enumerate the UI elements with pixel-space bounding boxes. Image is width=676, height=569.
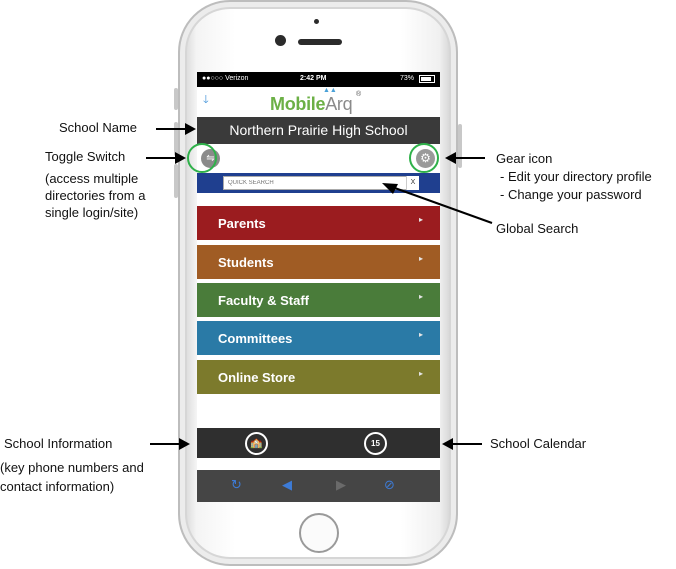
proximity-sensor [314,19,319,24]
toggle-desc-line-3: single login/site) [45,205,139,220]
menu-item-label: Parents [218,216,266,231]
chevron-right-icon: ▸ [419,330,424,339]
front-camera [275,35,286,46]
toggle-desc-line-1: (access multiple [45,171,139,186]
earpiece-speaker [298,39,342,45]
power-button [458,124,462,168]
annotation-global-search: Global Search [496,221,579,236]
forward-icon[interactable]: ▶ [336,477,346,493]
calendar-icon[interactable]: 15 [364,432,387,455]
mute-switch [174,88,178,110]
menu-item-label: Students [218,255,274,270]
browser-toolbar: ↻ ◀ ▶ ⊘ [197,470,440,502]
home-button[interactable] [299,513,339,553]
annotation-school-name: School Name [59,120,138,135]
toggle-desc-line-2: directories from a [45,188,146,203]
arrow-school-information [150,438,190,450]
gear-desc-line-2: - Change your password [500,187,642,202]
battery-percent: 73% [400,75,415,82]
compass-icon[interactable]: ⊘ [384,477,395,493]
toggle-highlight-ring [187,143,217,173]
gear-desc-line-1: - Edit your directory profile [500,169,652,184]
carrier-signal: ●●○○○ Verizon [202,75,249,82]
menu-item-faculty-staff[interactable]: Faculty & Staff ▸ [197,283,440,317]
registered-mark: ® [356,91,362,98]
status-bar: ●●○○○ Verizon 2:42 PM 73% [197,72,440,87]
back-icon[interactable]: ◀ [282,477,292,493]
annotation-school-information: School Information [4,436,113,451]
menu-item-label: Online Store [218,370,296,385]
school-info-icon[interactable]: 🏫 [245,432,268,455]
menu-item-committees[interactable]: Committees ▸ [197,321,440,355]
gear-highlight-ring [409,143,439,173]
status-time: 2:42 PM [300,75,327,82]
arrow-toggle-switch [146,152,186,164]
menu-item-online-store[interactable]: Online Store ▸ [197,360,440,394]
annotation-school-calendar: School Calendar [490,436,587,451]
volume-down-button [174,164,178,198]
logo-people-icon: ▲▲ [323,87,337,94]
footer-bar: 🏫 15 [197,428,440,458]
mobilearq-logo: MobileArq [270,94,353,114]
menu-item-label: Faculty & Staff [218,293,310,308]
annotation-gear-icon: Gear icon [496,151,553,166]
app-header: 🡓 MobileArq ▲▲ ® [197,87,440,117]
school-info-desc-line-2: contact information) [0,479,115,494]
reload-icon[interactable]: ↻ [231,477,242,493]
menu-item-label: Committees [218,331,293,346]
download-arrow-icon[interactable]: 🡓 [203,91,209,110]
arrow-school-name [156,123,196,135]
arrow-gear-icon [445,152,485,164]
menu-item-students[interactable]: Students ▸ [197,245,440,279]
chevron-right-icon: ▸ [419,369,424,378]
chevron-right-icon: ▸ [419,254,424,263]
battery-icon [419,75,435,83]
school-name-bar: Northern Prairie High School [197,117,440,144]
school-info-desc-line-1: (key phone numbers and [0,460,144,475]
toolbar: ⇋ ⚙ [197,144,440,173]
annotation-toggle-switch: Toggle Switch [45,149,126,164]
arrow-school-calendar [442,438,482,450]
arrow-global-search [382,183,493,224]
phone-screen: ●●○○○ Verizon 2:42 PM 73% 🡓 MobileArq ▲▲… [197,72,440,502]
chevron-right-icon: ▸ [419,292,424,301]
